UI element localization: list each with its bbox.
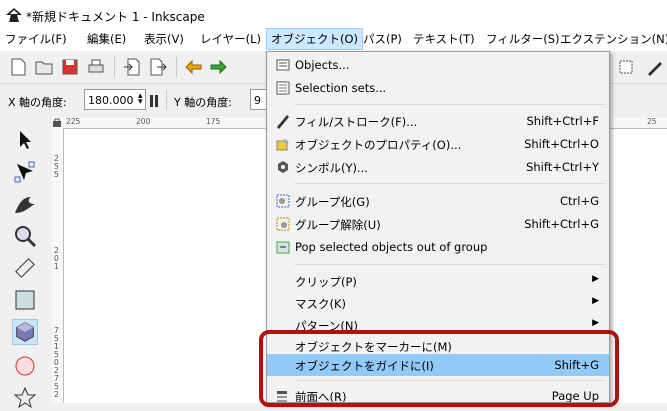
ruler-tick: 2 — [54, 390, 59, 399]
tweak-tool-icon[interactable] — [12, 191, 38, 217]
toolbar-separator — [176, 57, 177, 77]
pause-icon[interactable] — [150, 95, 158, 107]
node-tool-icon[interactable] — [12, 159, 38, 185]
objects-icon — [276, 59, 290, 71]
menu-item-label: フィル/ストローク(F)... — [295, 115, 418, 129]
x-angle-value: 180.000 — [88, 94, 134, 107]
y-angle-label: Y 軸の角度: — [174, 96, 232, 109]
open-folder-icon[interactable] — [34, 57, 54, 77]
zoom-drawing-icon[interactable] — [616, 57, 636, 77]
undo-icon[interactable] — [184, 57, 204, 77]
ruler-tick: 1 — [54, 262, 59, 271]
menu-separator — [295, 183, 605, 184]
menu-item-group[interactable]: グループ化(G) Ctrl+G — [267, 190, 609, 212]
ruler-tick: 225 — [66, 117, 81, 126]
lock-icon[interactable] — [52, 117, 62, 127]
ungroup-icon — [276, 217, 290, 231]
menu-item-label: Pop selected objects out of group — [295, 240, 488, 254]
pen-tool-icon[interactable] — [645, 57, 665, 77]
menu-item-shortcut: Shift+Ctrl+F — [526, 114, 600, 128]
group-icon — [276, 194, 290, 208]
menu-item-label: オブジェクトのプロパティ(O)... — [295, 138, 462, 152]
measure-tool-icon[interactable] — [12, 255, 38, 281]
menu-separator — [295, 264, 605, 265]
ruler-tick: 200 — [136, 117, 151, 126]
annotation-highlight-box — [259, 330, 619, 407]
menu-item-object-properties[interactable]: オブジェクトのプロパティ(O)... Shift+Ctrl+O — [267, 133, 609, 155]
menu-file[interactable]: ファイル(F) — [5, 31, 67, 47]
toolbar-separator — [166, 90, 167, 110]
spin-arrows-icon[interactable]: ▴ ▾ — [138, 92, 143, 107]
ellipse-tool-icon[interactable] — [12, 353, 38, 379]
menu-item-clip[interactable]: クリップ(P) ▶ — [267, 270, 609, 292]
star-tool-icon[interactable] — [12, 385, 38, 411]
export-icon[interactable] — [148, 57, 168, 77]
import-icon[interactable] — [122, 57, 142, 77]
menu-item-shortcut: Ctrl+G — [559, 194, 599, 208]
menu-item-mask[interactable]: マスク(K) ▶ — [267, 292, 609, 314]
menu-item-label: グループ解除(U) — [295, 218, 381, 232]
menu-item-selection-sets[interactable]: Selection sets... — [267, 77, 609, 99]
vertical-ruler: 2 5 5 2 0 1 7 5 1 5 0 2 7 5 2 — [52, 128, 64, 403]
zoom-tool-icon[interactable] — [12, 223, 38, 249]
ruler-tick: 175 — [206, 117, 221, 126]
toolbox — [0, 117, 48, 409]
menu-extensions[interactable]: エクステンション(N) — [560, 31, 667, 47]
selector-tool-icon[interactable] — [12, 127, 38, 153]
redo-icon[interactable] — [208, 57, 228, 77]
menu-edit[interactable]: 編集(E) — [87, 31, 126, 47]
menu-object[interactable]: オブジェクト(O) — [266, 28, 364, 50]
menu-item-label: グループ化(G) — [295, 195, 370, 209]
menu-item-label: シンボル(Y)... — [295, 161, 368, 175]
x-angle-input[interactable]: 180.000 — [84, 89, 146, 110]
symbols-icon — [278, 161, 288, 173]
menu-item-symbols[interactable]: シンボル(Y)... Shift+Ctrl+Y — [267, 156, 609, 178]
menu-item-label: クリップ(P) — [295, 275, 357, 289]
menu-item-objects[interactable]: Objects... — [267, 54, 609, 76]
menu-item-fill-stroke[interactable]: フィル/ストローク(F)... Shift+Ctrl+F — [267, 110, 609, 132]
selection-sets-icon — [276, 81, 290, 95]
menu-item-label: Selection sets... — [295, 81, 387, 95]
menu-item-pop-out-group[interactable]: Pop selected objects out of group — [267, 236, 609, 258]
3d-box-tool-icon[interactable] — [12, 319, 38, 345]
ruler-tick: 5 — [54, 170, 59, 179]
ruler-tick: 25 — [647, 117, 657, 126]
menu-text[interactable]: テキスト(T) — [413, 31, 475, 47]
submenu-arrow-icon: ▶ — [592, 274, 599, 284]
title-bar: *新規ドキュメント 1 - Inkscape — [0, 0, 667, 27]
inkscape-icon — [6, 8, 22, 22]
rectangle-tool-icon[interactable] — [12, 287, 38, 313]
menu-filters[interactable]: フィルター(S) — [486, 31, 560, 47]
pop-out-group-icon — [276, 241, 290, 254]
new-document-icon[interactable] — [8, 57, 28, 77]
window-title: *新規ドキュメント 1 - Inkscape — [26, 10, 205, 24]
menu-bar: ファイル(F) 編集(E) 表示(V) レイヤー(L) オブジェクト(O) パス… — [0, 27, 667, 51]
submenu-arrow-icon: ▶ — [592, 318, 599, 328]
menu-layer[interactable]: レイヤー(L) — [200, 31, 261, 47]
menu-item-label: マスク(K) — [295, 297, 347, 311]
menu-separator — [295, 104, 605, 105]
y-angle-value: 9 — [254, 94, 261, 107]
menu-item-label: Objects... — [295, 58, 350, 72]
menu-item-shortcut: Shift+Ctrl+O — [524, 137, 599, 151]
print-icon[interactable] — [86, 57, 106, 77]
menu-path[interactable]: パス(P) — [363, 31, 402, 47]
submenu-arrow-icon: ▶ — [592, 296, 599, 306]
menu-view[interactable]: 表示(V) — [144, 31, 184, 47]
toolbar-separator — [114, 57, 115, 77]
fill-stroke-icon — [277, 115, 289, 129]
object-properties-icon — [276, 138, 289, 151]
save-icon[interactable] — [60, 57, 80, 77]
menu-item-shortcut: Shift+Ctrl+Y — [526, 160, 599, 174]
menu-item-shortcut: Shift+Ctrl+G — [524, 217, 599, 231]
x-angle-label: X 軸の角度: — [8, 96, 67, 109]
menu-item-ungroup[interactable]: グループ解除(U) Shift+Ctrl+G — [267, 213, 609, 235]
